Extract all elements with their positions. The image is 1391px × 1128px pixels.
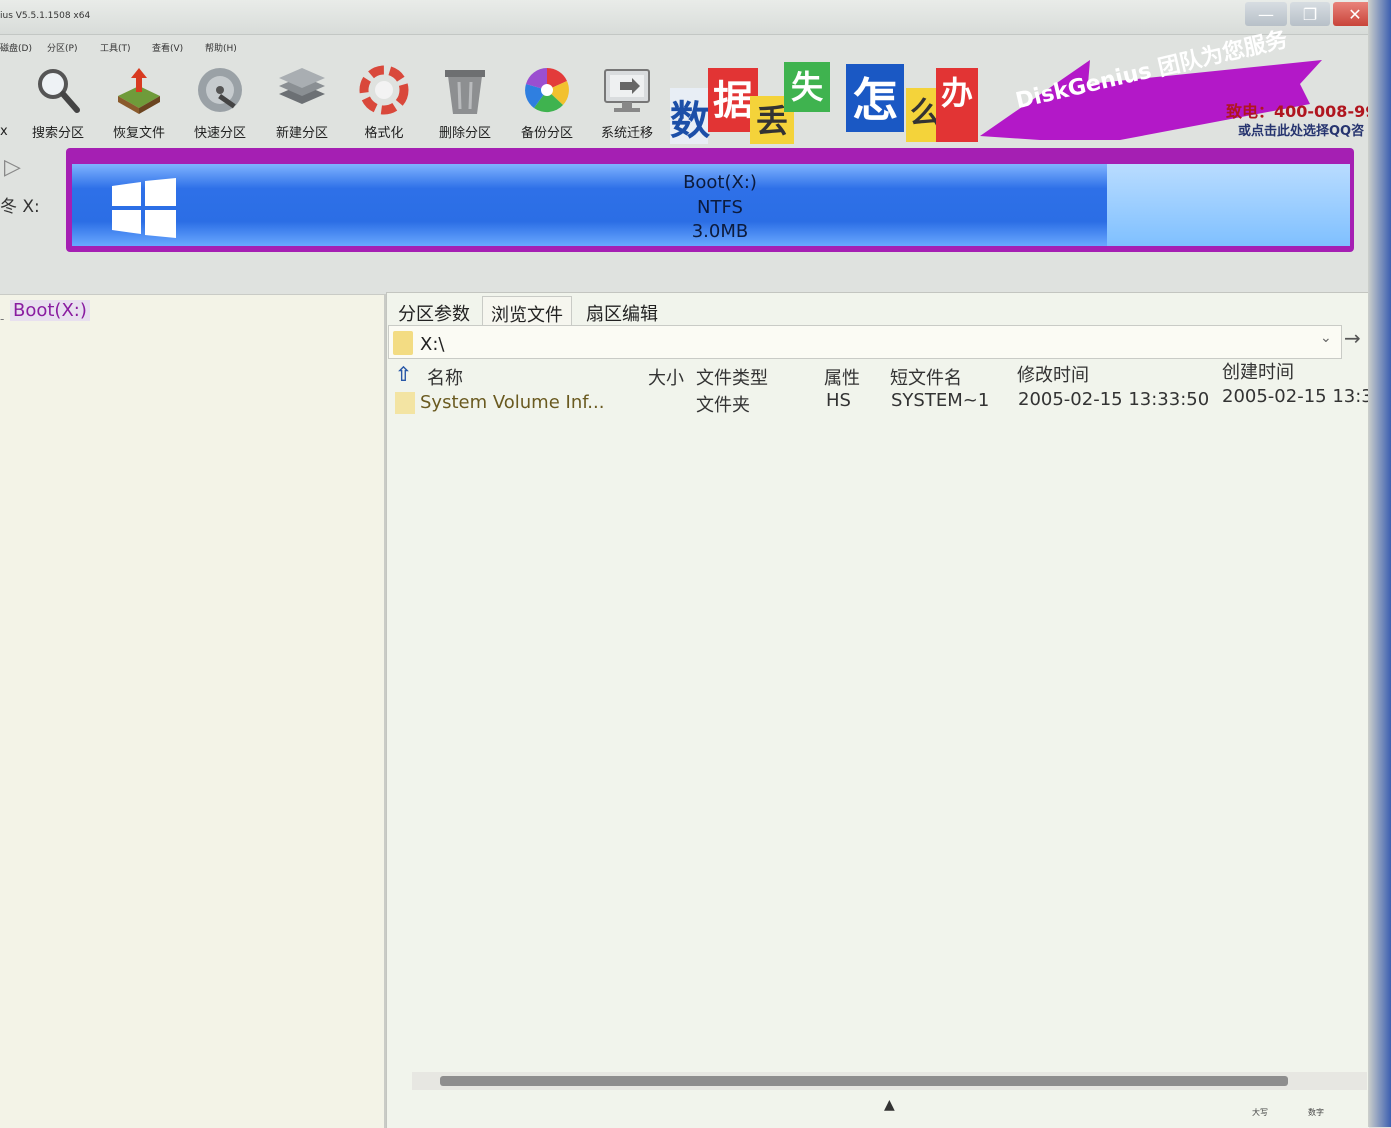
partition-fs: NTFS [697, 197, 743, 218]
path-value: X:\ [420, 334, 445, 355]
tab-sector-edit[interactable]: 扇区编辑 [578, 296, 666, 326]
backup-icon [525, 68, 569, 113]
column-header-type[interactable]: 文件类型 [696, 364, 768, 390]
ad-phone: 致电：400-008-99! [1226, 102, 1384, 121]
tree-node-boot[interactable]: Boot(X:) [10, 300, 90, 321]
menu-tools[interactable]: 工具(T) [100, 41, 131, 54]
cell-short-name: SYSTEM~1 [891, 390, 990, 411]
cell-created: 2005-02-15 13:3 [1222, 386, 1368, 407]
new-partition-button[interactable]: 新建分区 [262, 58, 342, 146]
ad-char: 怎 [846, 64, 904, 132]
expand-arrow-icon[interactable]: ▲ [884, 1097, 895, 1113]
column-header-attr[interactable]: 属性 [824, 364, 860, 390]
ad-char: 数 [670, 88, 710, 144]
column-header-size[interactable]: 大小 [648, 364, 684, 390]
cell-attr: HS [826, 390, 851, 411]
system-migrate-button[interactable]: 系统迁移 [587, 58, 667, 146]
cell-type: 文件夹 [696, 395, 750, 416]
menu-help[interactable]: 帮助(H) [205, 41, 237, 54]
status-caps: 大写 [1252, 1108, 1268, 1117]
column-header-short-name[interactable]: 短文件名 [890, 364, 962, 390]
quick-partition-button[interactable]: 快速分区 [180, 58, 260, 146]
column-header-name[interactable]: 名称 [427, 364, 463, 390]
column-header-modified[interactable]: 修改时间 [1017, 361, 1089, 387]
tab-partition-params[interactable]: 分区参数 [390, 296, 478, 326]
migrate-icon [604, 69, 650, 112]
trash-icon [445, 70, 485, 114]
disk-icon [198, 68, 242, 112]
partition-name: Boot(X:) [683, 172, 757, 193]
menu-view[interactable]: 查看(V) [152, 41, 183, 54]
partition-size: 3.0MB [691, 221, 749, 242]
partition-free-space [1107, 164, 1350, 246]
ad-banner[interactable]: 数 据 丢 失 怎 么 办 DiskGenius 团队为您服务 致电：400-0… [668, 27, 1384, 146]
ad-char: 失 [784, 62, 830, 112]
column-header-created[interactable]: 创建时间 [1222, 358, 1294, 384]
toolbar-label: 删除分区 [438, 126, 491, 141]
tab-browse-files[interactable]: 浏览文件 [482, 296, 572, 326]
cell-modified: 2005-02-15 13:33:50 [1018, 389, 1210, 410]
file-browser-pane [386, 292, 1369, 1128]
up-folder-icon[interactable]: ⇧ [395, 362, 412, 386]
go-arrow-button[interactable]: → [1344, 326, 1361, 350]
format-icon [359, 65, 409, 115]
disk-nav-arrow[interactable]: ▷ [4, 155, 21, 180]
menu-partition[interactable]: 分区(P) [47, 41, 77, 54]
toolbar-label: 备份分区 [520, 126, 573, 141]
path-input[interactable] [388, 325, 1342, 359]
status-num: 数字 [1308, 1108, 1324, 1117]
toolbar-label: 恢复文件 [112, 126, 165, 141]
toolbar: x 搜索分区 恢复文件 快速分区 新建分区 格式化 删除分区 备份分区 系统迁移 [0, 58, 670, 146]
toolbar-label: 格式化 [364, 126, 404, 141]
ad-qq: 或点击此处选择QQ咨 [1238, 124, 1365, 139]
chevron-down-icon[interactable]: ⌄ [1320, 330, 1332, 346]
partition-tree [0, 294, 386, 1128]
title-bar [0, 0, 1391, 35]
tree-connector: - [0, 312, 5, 326]
window-title: ius V5.5.1.1508 x64 [0, 11, 91, 21]
desktop-edge [1368, 0, 1391, 1127]
toolbar-cut-label: x [0, 124, 8, 139]
backup-partition-button[interactable]: 备份分区 [507, 58, 587, 146]
folder-icon [395, 392, 415, 414]
search-icon [38, 69, 80, 113]
windows-logo-icon [112, 178, 176, 238]
menu-bar: 磁盘(D) 分区(P) 工具(T) 查看(V) 帮助(H) [0, 36, 700, 58]
horizontal-scrollbar-thumb[interactable] [440, 1076, 1288, 1086]
format-button[interactable]: 格式化 [344, 58, 424, 146]
new-partition-icon [279, 68, 325, 104]
toolbar-label: 新建分区 [275, 126, 328, 141]
cell-name: System Volume Inf... [420, 392, 605, 413]
ad-char: 办 [936, 68, 978, 142]
folder-icon [393, 331, 413, 355]
toolbar-label: 系统迁移 [600, 126, 653, 141]
maximize-button[interactable]: ❐ [1290, 2, 1330, 26]
menu-disk[interactable]: 磁盘(D) [0, 41, 32, 54]
restore-file-icon [118, 68, 160, 114]
disk-side-label: 冬 X: [0, 197, 40, 217]
restore-file-button[interactable]: 恢复文件 [99, 58, 179, 146]
search-partition-button[interactable]: 搜索分区 [18, 58, 98, 146]
toolbar-label: 快速分区 [193, 126, 246, 141]
toolbar-label: 搜索分区 [31, 126, 84, 141]
delete-partition-button[interactable]: 删除分区 [425, 58, 505, 146]
